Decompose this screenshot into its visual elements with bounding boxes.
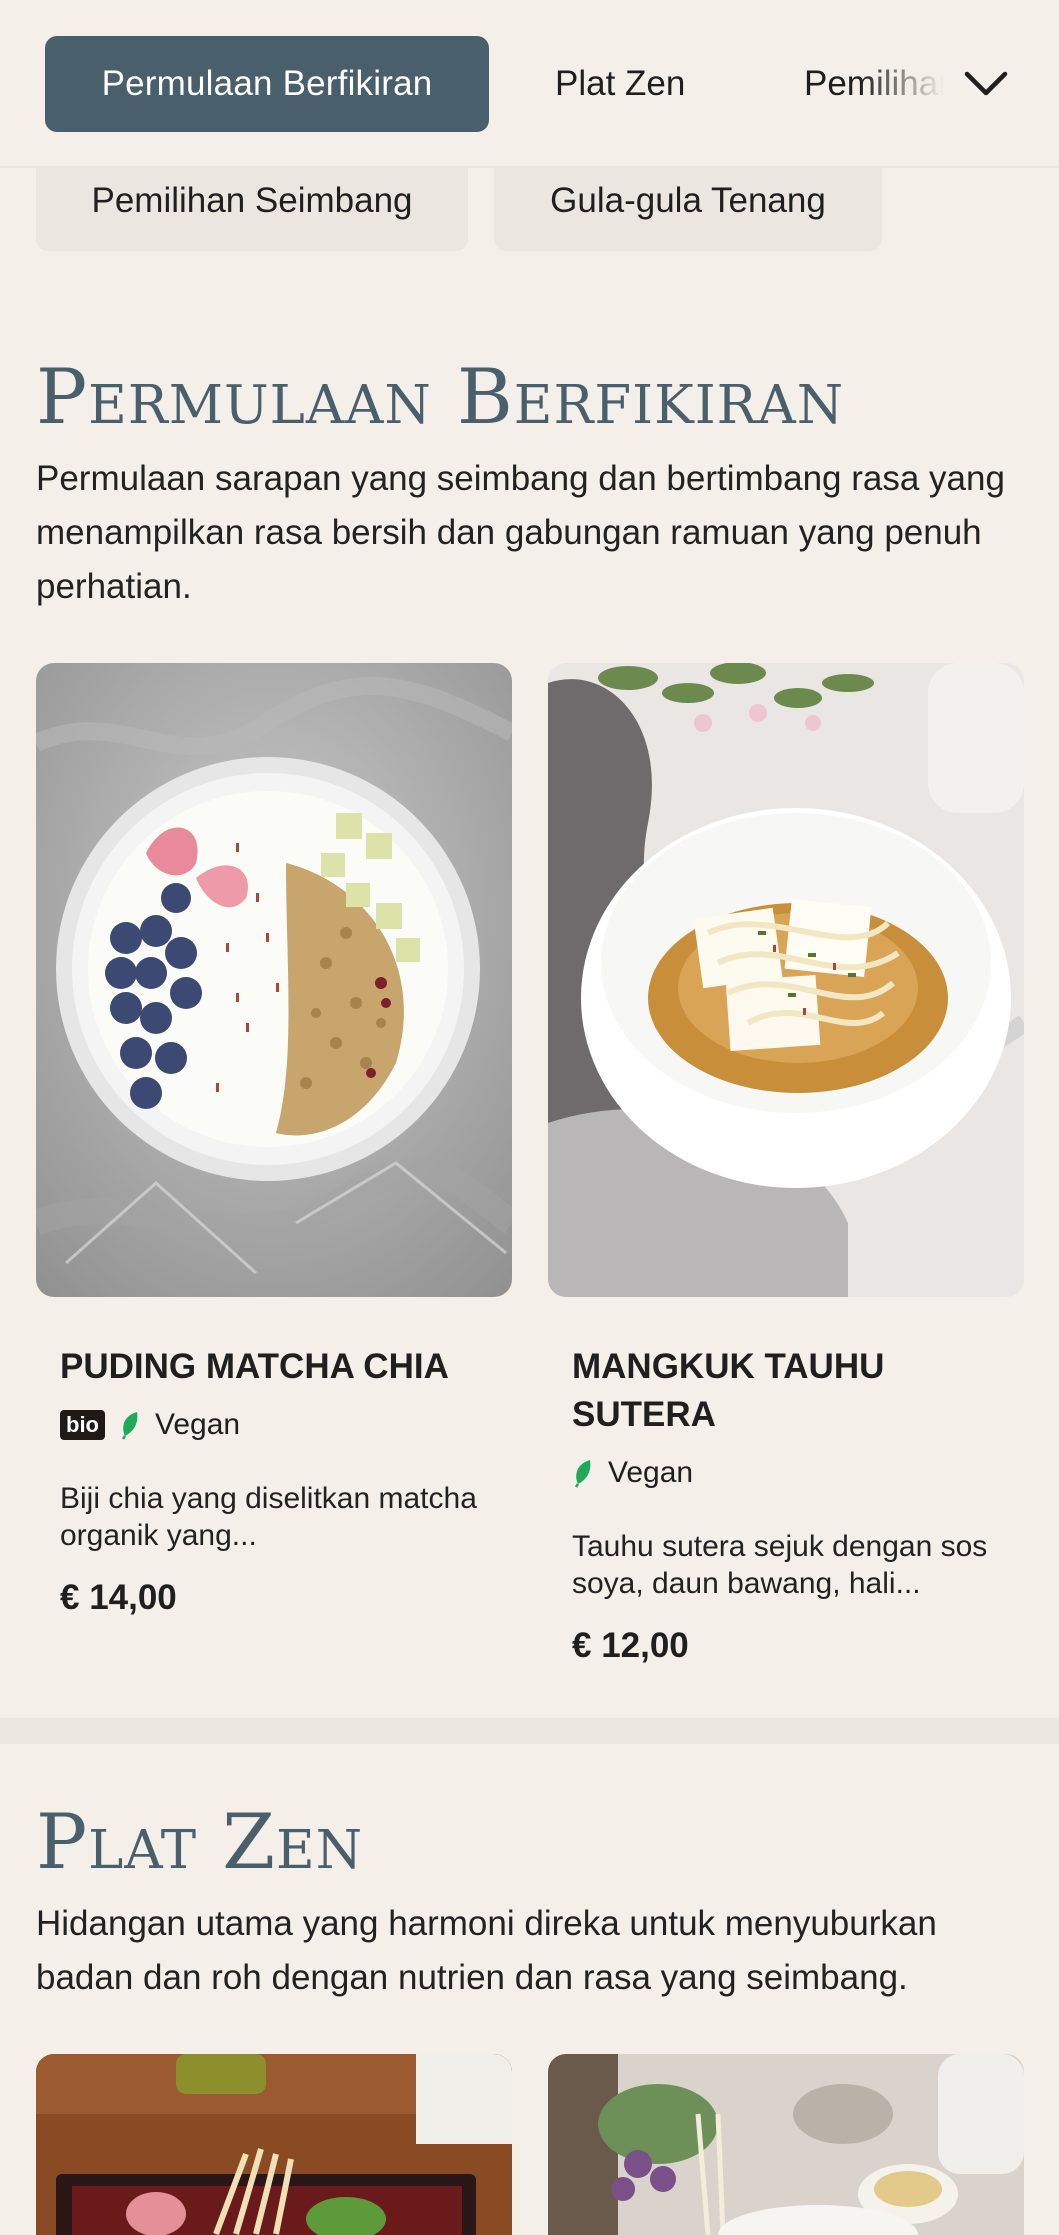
product-title-matcha-chia[interactable]: Puding Matcha Chia	[60, 1343, 500, 1391]
vegan-label: Vegan	[155, 1408, 241, 1441]
product-image-matcha-chia[interactable]	[36, 663, 512, 1297]
section-description-plat-zen: Hidangan utama yang harmoni direka untuk…	[36, 1904, 937, 1997]
product-image-tauhu-sutera[interactable]	[548, 663, 1024, 1297]
product-title-tauhu-sutera[interactable]: Mangkuk Tauhu Sutera	[572, 1343, 1012, 1439]
product-price-matcha-chia: € 14,00	[60, 1578, 177, 1617]
product-description-matcha-chia: Biji chia yang diselitkan matcha organik…	[60, 1482, 477, 1552]
section-title-permulaan: Permulaan Berfikiran	[36, 352, 845, 441]
product-tags-tauhu-sutera: Vegan	[572, 1456, 693, 1490]
category-nav: Permulaan Berfikiran Plat Zen Pemilihan …	[0, 0, 1059, 168]
section-divider	[0, 1718, 1059, 1744]
section-description-permulaan: Permulaan sarapan yang seimbang dan bert…	[36, 459, 1005, 606]
product-tags-matcha-chia: bio Vegan	[60, 1408, 240, 1442]
leaf-icon	[574, 1460, 591, 1488]
section-title-plat-zen: Plat Zen	[36, 1797, 364, 1886]
tab-plat-zen[interactable]: Plat Zen	[555, 36, 685, 132]
leaf-icon	[121, 1412, 138, 1440]
product-description-tauhu-sutera: Tauhu sutera sejuk dengan sos soya, daun…	[572, 1530, 988, 1600]
vegan-label: Vegan	[608, 1456, 694, 1489]
tab-permulaan-berfikiran[interactable]: Permulaan Berfikiran	[45, 36, 489, 132]
product-image-plat-zen-2[interactable]	[548, 2054, 1024, 2235]
product-image-plat-zen-1[interactable]	[36, 2054, 512, 2235]
product-price-tauhu-sutera: € 12,00	[572, 1626, 689, 1665]
chevron-down-icon[interactable]	[962, 60, 1010, 108]
bio-badge: bio	[60, 1410, 105, 1440]
